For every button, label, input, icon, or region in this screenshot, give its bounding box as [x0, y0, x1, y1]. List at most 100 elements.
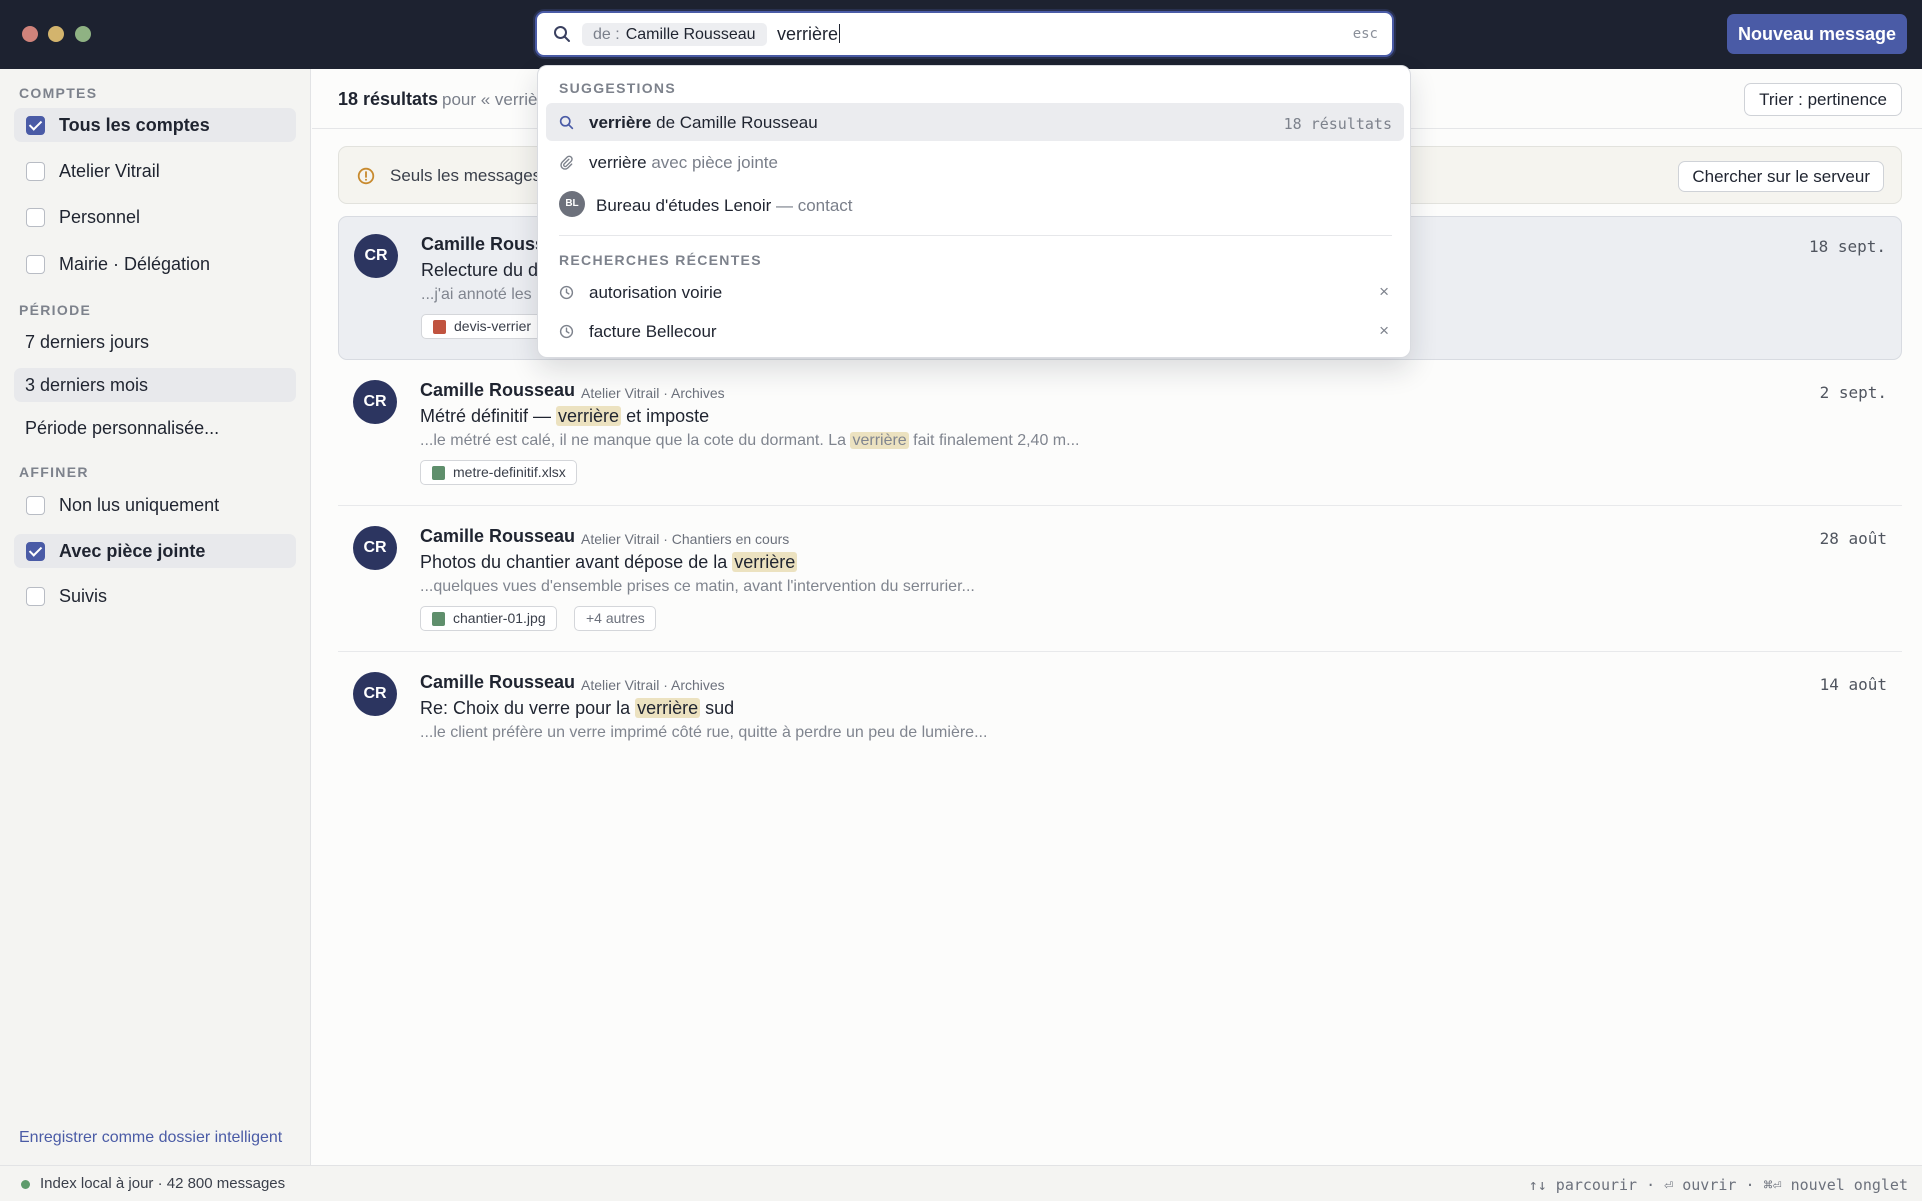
- minimize-window-button[interactable]: [48, 26, 64, 42]
- checkbox-checked[interactable]: [26, 116, 45, 135]
- message-row[interactable]: CR Camille Rousseau Atelier Vitrail · Ar…: [338, 655, 1902, 765]
- refine-unread[interactable]: Non lus uniquement: [14, 488, 296, 522]
- checkbox[interactable]: [26, 587, 45, 606]
- message-snippet: ...quelques vues d'ensemble prises ce ma…: [420, 578, 975, 595]
- message-subject: Photos du chantier avant dépose de la ve…: [420, 552, 798, 572]
- spreadsheet-file-icon: [432, 466, 445, 480]
- index-status-text: Index local à jour · 42 800 messages: [40, 1175, 286, 1192]
- search-icon: [553, 25, 571, 48]
- checkbox[interactable]: [26, 255, 45, 274]
- suggestion-count: 18 résultats: [1283, 115, 1392, 133]
- account-label: Personnel: [59, 207, 141, 227]
- message-folder: Atelier Vitrail · Chantiers en cours: [581, 531, 790, 547]
- avatar: CR: [354, 234, 398, 278]
- checkbox[interactable]: [26, 208, 45, 227]
- remove-recent-button[interactable]: ×: [1379, 321, 1389, 341]
- more-attachments-chip[interactable]: +4 autres: [574, 606, 656, 631]
- account-atelier-vitrail[interactable]: Atelier Vitrail: [14, 154, 296, 188]
- attachment-chip[interactable]: metre-definitif.xlsx: [420, 460, 577, 485]
- sort-button[interactable]: Trier : pertinence: [1744, 83, 1902, 116]
- suggestions-heading: SUGGESTIONS: [559, 80, 676, 96]
- pdf-file-icon: [433, 320, 446, 334]
- message-date: 2 sept.: [1819, 383, 1887, 402]
- sidebar: COMPTES Tous les comptes Atelier Vitrail…: [0, 69, 311, 1165]
- message-folder: Atelier Vitrail · Archives: [581, 677, 725, 693]
- period-7-days[interactable]: 7 derniers jours: [14, 325, 296, 359]
- recent-searches-heading: RECHERCHES RÉCENTES: [559, 252, 762, 268]
- period-heading: PÉRIODE: [19, 302, 92, 318]
- refine-label: Suivis: [59, 586, 108, 606]
- results-count: 18 résultats: [338, 89, 439, 109]
- message-snippet: ...j'ai annoté les: [421, 286, 532, 303]
- account-label: Tous les comptes: [59, 115, 210, 135]
- period-label: Période personnalisée...: [25, 418, 220, 438]
- avatar: CR: [353, 380, 397, 424]
- refine-attachment[interactable]: Avec pièce jointe: [14, 534, 296, 568]
- checkbox[interactable]: [26, 162, 45, 181]
- period-3-months[interactable]: 3 derniers mois: [14, 368, 296, 402]
- account-mairie[interactable]: Mairie · Délégation: [14, 247, 296, 281]
- refine-label: Non lus uniquement: [59, 495, 220, 515]
- suggestion-from-sender[interactable]: verrière de Camille Rousseau 18 résultat…: [546, 103, 1404, 141]
- suggestion-contact[interactable]: BL Bureau d'études Lenoir — contact: [546, 184, 1404, 226]
- refine-flagged[interactable]: Suivis: [14, 579, 296, 613]
- new-message-button[interactable]: Nouveau message: [1727, 14, 1907, 54]
- avatar: CR: [353, 526, 397, 570]
- status-bar: Index local à jour · 42 800 messages ↑↓ …: [0, 1165, 1922, 1201]
- attachment-chip[interactable]: chantier-01.jpg: [420, 606, 557, 631]
- search-icon: [559, 115, 574, 135]
- message-row[interactable]: CR Camille Rousseau Atelier Vitrail · Ch…: [338, 509, 1902, 652]
- refine-heading: AFFINER: [19, 464, 89, 480]
- refine-label: Avec pièce jointe: [59, 541, 206, 561]
- save-smart-folder-link[interactable]: Enregistrer comme dossier intelligent: [19, 1129, 282, 1147]
- message-sender: Camille Rousseau: [420, 672, 576, 692]
- from-filter-chip[interactable]: de : Camille Rousseau: [582, 23, 767, 46]
- message-subject: Métré définitif — verrière et imposte: [420, 406, 710, 426]
- message-subject: Re: Choix du verre pour la verrière sud: [420, 698, 735, 718]
- period-custom[interactable]: Période personnalisée...: [14, 411, 296, 445]
- search-input[interactable]: verrière: [777, 24, 841, 45]
- accounts-heading: COMPTES: [19, 85, 98, 101]
- avatar: CR: [353, 672, 397, 716]
- account-personnel[interactable]: Personnel: [14, 200, 296, 234]
- clock-icon: [559, 285, 574, 305]
- image-file-icon: [432, 612, 445, 626]
- filter-chip-label: de :: [593, 26, 620, 43]
- message-date: 18 sept.: [1808, 237, 1886, 256]
- message-snippet: ...le client préfère un verre imprimé cô…: [420, 724, 988, 741]
- checkbox-checked[interactable]: [26, 542, 45, 561]
- account-label: Mairie · Délégation: [59, 254, 211, 274]
- message-sender: Camille Rousseau: [420, 380, 576, 400]
- filter-chip-value: Camille Rousseau: [625, 26, 756, 43]
- search-server-button[interactable]: Chercher sur le serveur: [1678, 161, 1884, 192]
- notice-text: Seuls les messages: [390, 166, 542, 185]
- checkbox[interactable]: [26, 496, 45, 515]
- message-sender: Camille Rousseau: [420, 526, 576, 546]
- index-status-dot: [21, 1180, 30, 1189]
- paperclip-icon: [559, 155, 574, 175]
- remove-recent-button[interactable]: ×: [1379, 282, 1389, 302]
- attachment-chip[interactable]: devis-verrier: [421, 314, 543, 339]
- suggestion-with-attachment[interactable]: verrière avec pièce jointe: [546, 143, 1404, 181]
- message-date: 28 août: [1819, 529, 1887, 548]
- title-bar: de : Camille Rousseau verrière esc Nouvea…: [0, 0, 1922, 69]
- keyboard-hints: ↑↓ parcourir · ⏎ ouvrir · ⌘⏎ nouvel ongl…: [1528, 1176, 1908, 1194]
- message-row[interactable]: CR Camille Rousseau Atelier Vitrail · Ar…: [338, 363, 1902, 506]
- esc-hint[interactable]: esc: [1353, 26, 1378, 42]
- account-all[interactable]: Tous les comptes: [14, 108, 296, 142]
- account-label: Atelier Vitrail: [59, 161, 160, 181]
- period-label: 7 derniers jours: [25, 332, 150, 352]
- recent-search-item[interactable]: autorisation voirie ×: [546, 273, 1404, 311]
- recent-search-item[interactable]: facture Bellecour ×: [546, 312, 1404, 350]
- search-suggestions-dropdown: SUGGESTIONS verrière de Camille Rousseau…: [537, 65, 1411, 358]
- clock-icon: [559, 324, 574, 344]
- message-snippet: ...le métré est calé, il ne manque que l…: [420, 432, 1080, 449]
- message-date: 14 août: [1819, 675, 1887, 694]
- message-subject: Relecture du d: [421, 260, 539, 280]
- message-folder: Atelier Vitrail · Archives: [581, 385, 725, 401]
- maximize-window-button[interactable]: [75, 26, 91, 42]
- contact-avatar: BL: [559, 191, 585, 217]
- search-field[interactable]: de : Camille Rousseau verrière esc: [535, 11, 1394, 57]
- close-window-button[interactable]: [22, 26, 38, 42]
- period-label: 3 derniers mois: [25, 375, 149, 395]
